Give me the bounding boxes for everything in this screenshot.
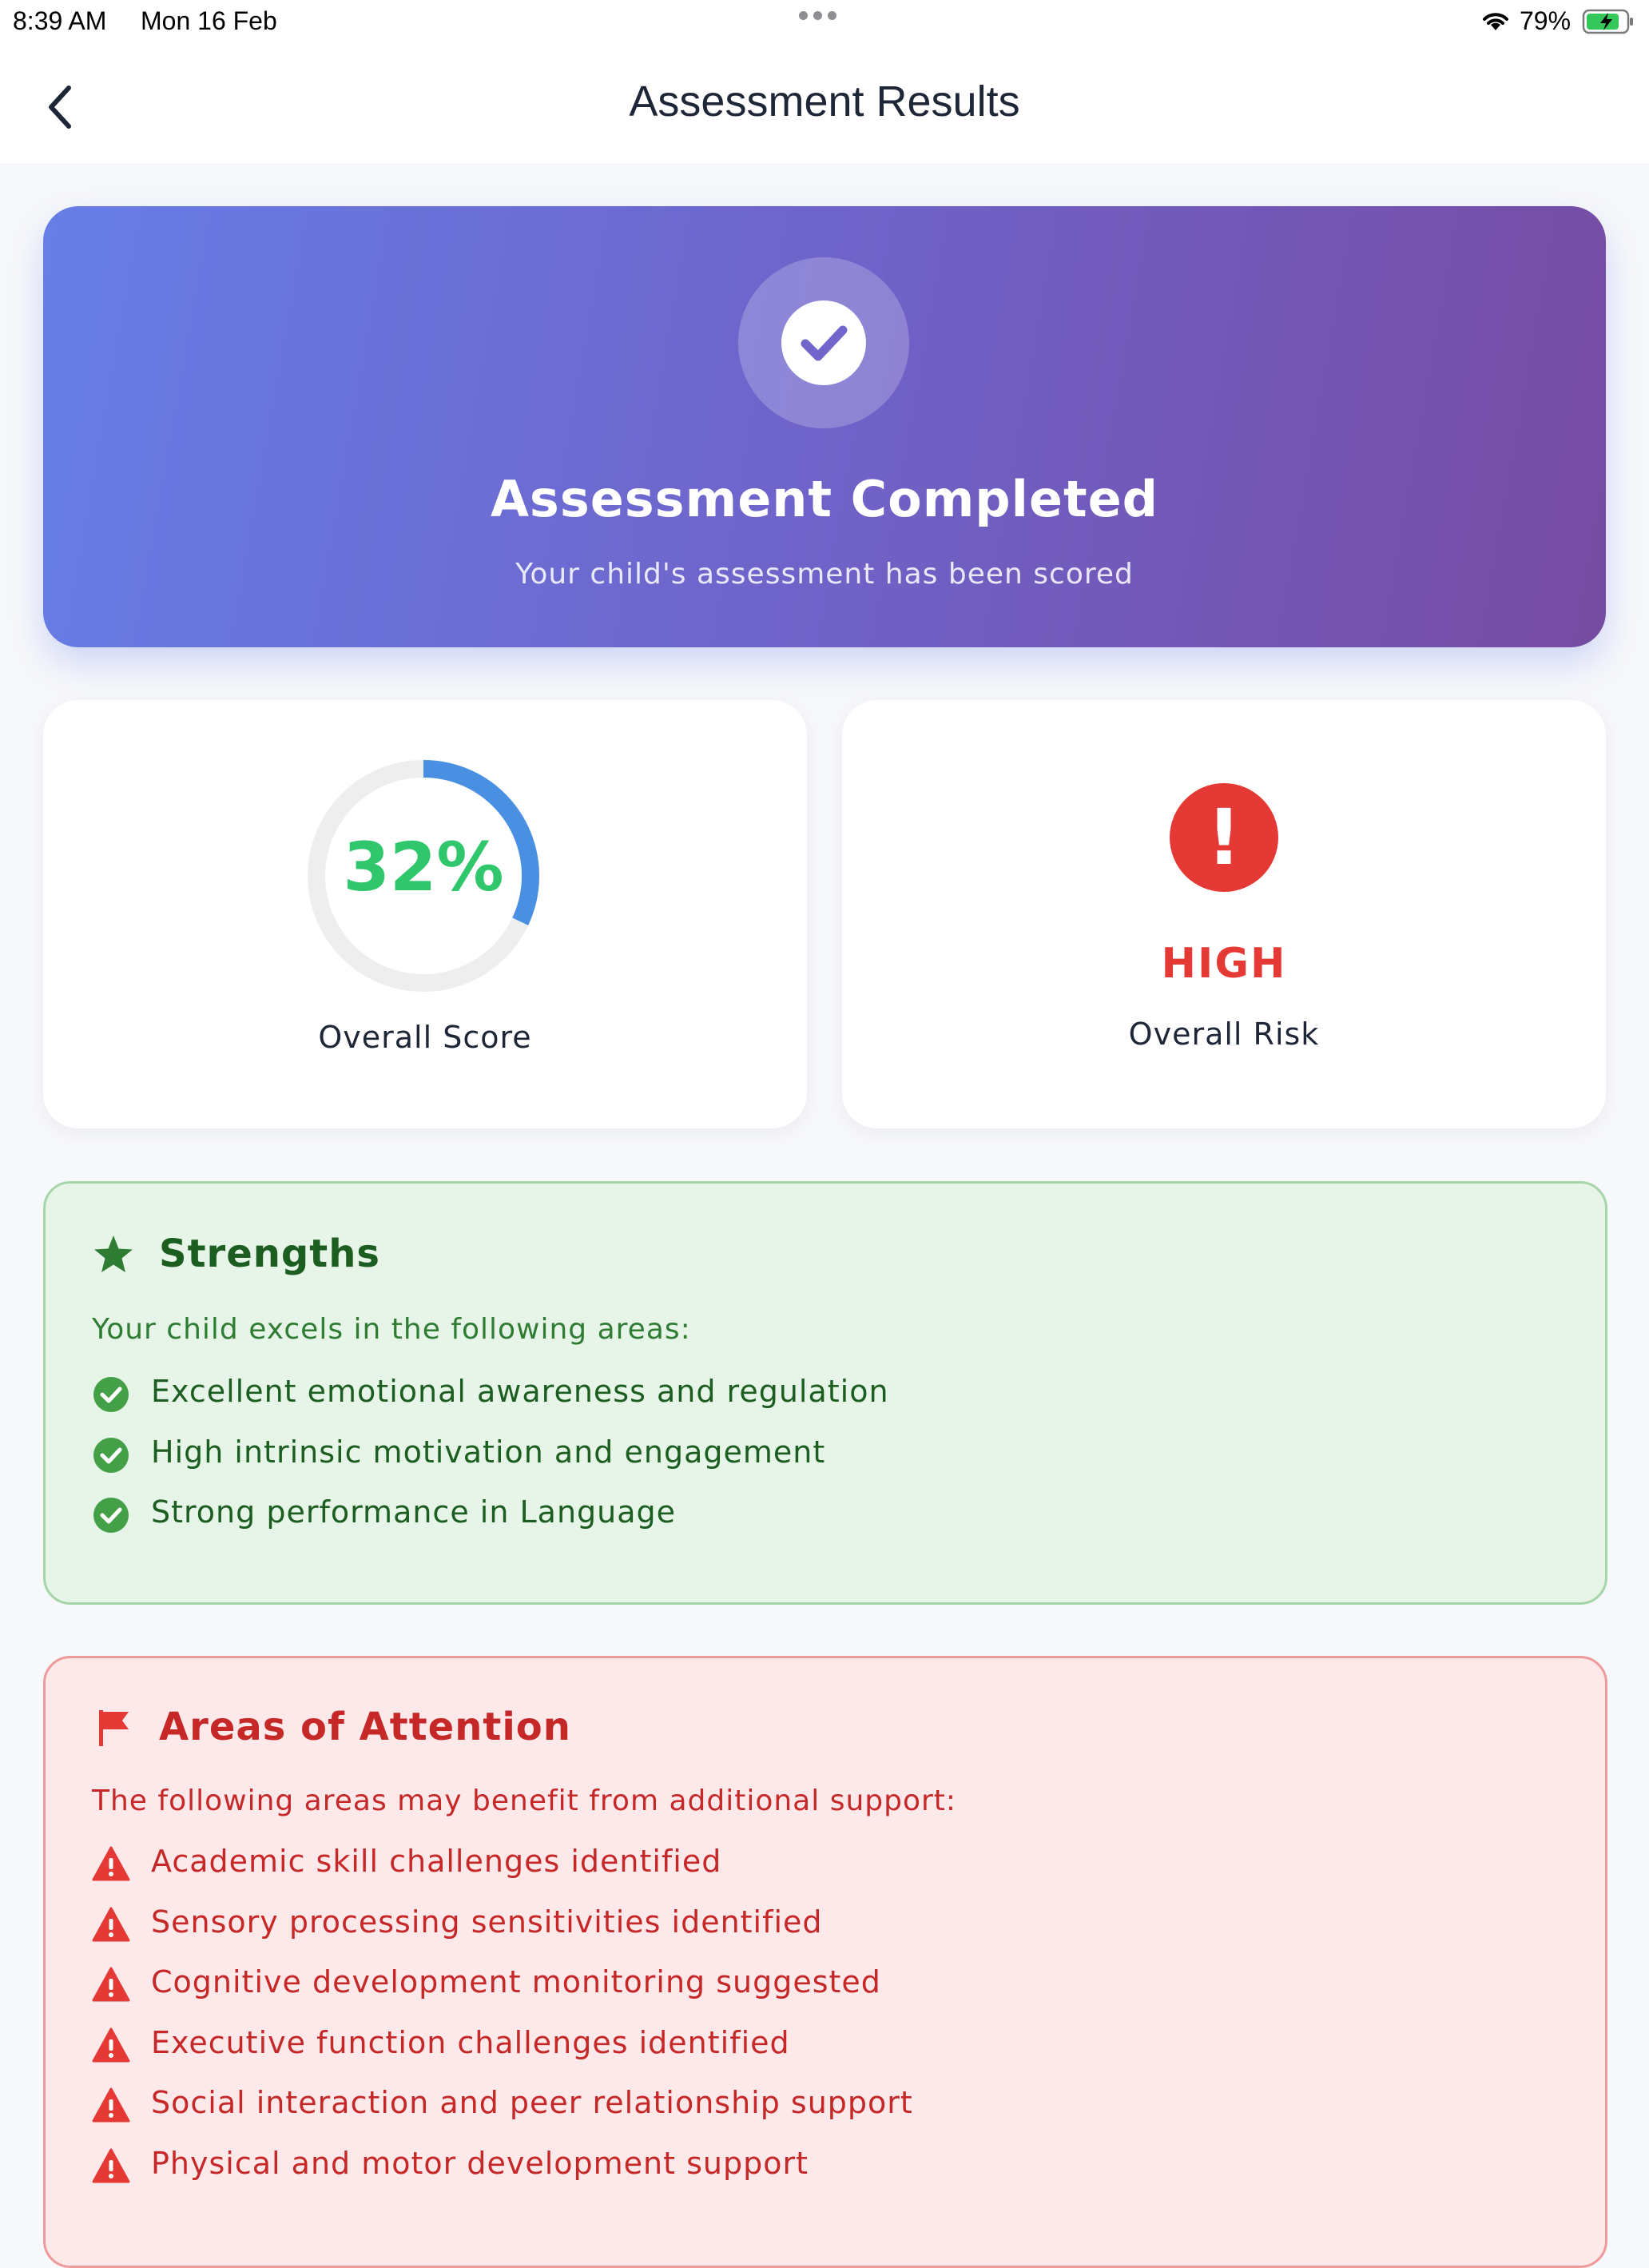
- attention-item-text: Executive function challenges identified: [151, 2024, 790, 2060]
- completion-badge: [738, 257, 909, 428]
- flag-icon: [99, 1710, 129, 1746]
- risk-label: Overall Risk: [1128, 1017, 1320, 1052]
- score-value: 32%: [343, 828, 504, 906]
- risk-level: HIGH: [1161, 940, 1287, 988]
- strength-item-text: Excellent emotional awareness and regula…: [151, 1374, 889, 1409]
- attention-description: The following areas may benefit from add…: [92, 1785, 957, 1817]
- attention-panel: Areas of Attention The following areas m…: [43, 1656, 1607, 2268]
- warning-triangle-icon: [92, 2027, 130, 2062]
- warning-triangle-icon: [92, 1846, 130, 1881]
- completion-banner: Assessment Completed Your child's assess…: [43, 206, 1606, 647]
- warning-triangle-icon: [92, 1907, 130, 1941]
- strength-item-text: Strong performance in Language: [151, 1494, 677, 1530]
- battery-percent: 79%: [1520, 6, 1572, 35]
- attention-item-text: Academic skill challenges identified: [151, 1844, 722, 1879]
- check-circle-icon: [93, 1377, 129, 1412]
- attention-item-text: Physical and motor development support: [151, 2145, 809, 2181]
- star-icon: [94, 1235, 133, 1272]
- battery-charging-icon: [1582, 9, 1633, 34]
- check-circle-icon: [93, 1498, 129, 1533]
- status-bar: 8:39 AM Mon 16 Feb 79%: [0, 0, 1649, 45]
- attention-item-text: Social interaction and peer relationship…: [151, 2085, 913, 2120]
- banner-subtitle: Your child's assessment has been scored: [515, 558, 1134, 591]
- warning-triangle-icon: [92, 1967, 130, 2002]
- overall-risk-card: ! HIGH Overall Risk: [842, 700, 1606, 1128]
- navigation-bar: Assessment Results: [0, 45, 1649, 163]
- exclamation-circle-icon: !: [1170, 783, 1278, 892]
- strengths-title: Strengths: [159, 1231, 380, 1276]
- warning-triangle-icon: [92, 2087, 130, 2123]
- wifi-icon: [1483, 13, 1508, 30]
- check-circle-icon: [781, 300, 866, 385]
- strengths-panel: Strengths Your child excels in the follo…: [43, 1181, 1607, 1605]
- attention-item-text: Sensory processing sensitivities identif…: [151, 1904, 823, 1940]
- overall-score-card: 32% Overall Score: [43, 700, 807, 1128]
- check-circle-icon: [93, 1437, 129, 1473]
- attention-item-text: Cognitive development monitoring suggest…: [151, 1964, 881, 1999]
- multitask-dots-icon[interactable]: [799, 11, 836, 20]
- strengths-description: Your child excels in the following areas…: [92, 1313, 691, 1346]
- attention-title: Areas of Attention: [159, 1705, 571, 1749]
- page-title: Assessment Results: [629, 78, 1020, 125]
- status-time: 8:39 AM: [13, 6, 107, 35]
- strength-item-text: High intrinsic motivation and engagement: [151, 1434, 826, 1470]
- warning-triangle-icon: [92, 2148, 130, 2182]
- status-date: Mon 16 Feb: [141, 6, 277, 35]
- score-label: Overall Score: [318, 1020, 532, 1055]
- banner-title: Assessment Completed: [490, 470, 1159, 528]
